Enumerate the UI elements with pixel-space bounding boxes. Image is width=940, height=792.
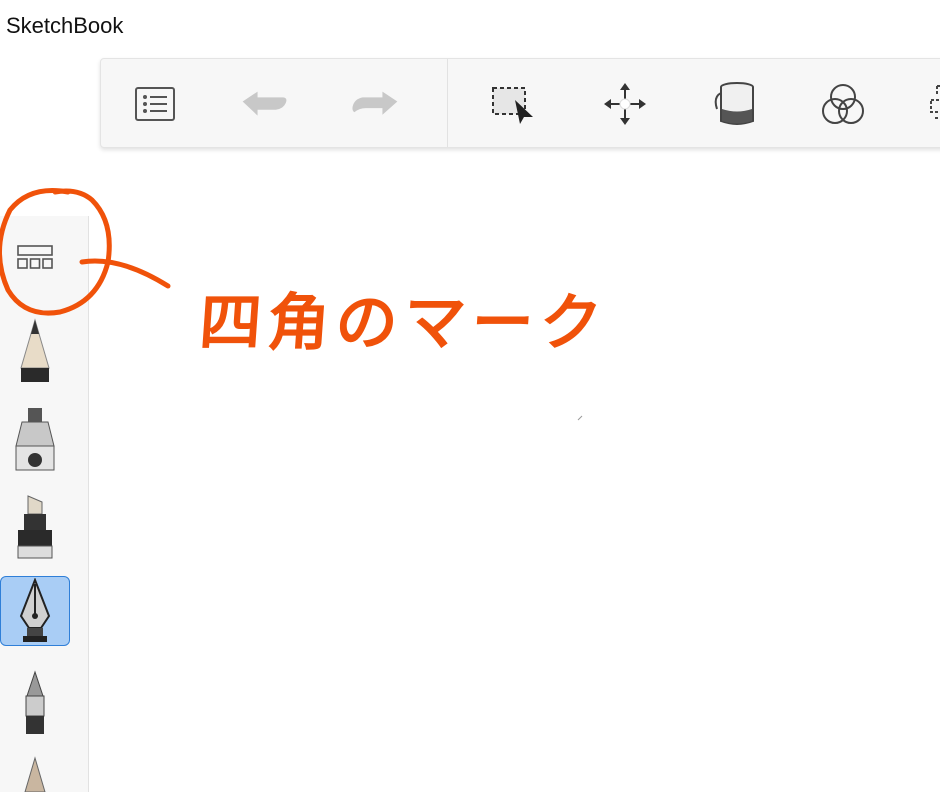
title-bar: SketchBook: [0, 0, 940, 56]
select-button[interactable]: [489, 81, 537, 127]
ink-pen-nib-icon: [19, 578, 51, 642]
ink-pen-button[interactable]: [0, 576, 70, 646]
redo-arrow-icon: [352, 91, 398, 115]
brush-library-button[interactable]: [0, 222, 70, 292]
toolbar-divider: [447, 59, 448, 147]
more-tool-button[interactable]: [927, 81, 940, 127]
drawing-canvas[interactable]: [89, 150, 940, 792]
redo-button[interactable]: [351, 81, 399, 127]
selection-icon: [492, 87, 533, 124]
partial-tool-icon: [930, 85, 940, 119]
airbrush-icon: [15, 408, 55, 471]
brush-tip-button[interactable]: [0, 756, 70, 792]
pencil-icon: [20, 318, 50, 382]
marker-icon: [17, 495, 53, 559]
undo-button[interactable]: [241, 81, 289, 127]
brush-palette: [0, 216, 89, 792]
color-circles-icon: [822, 84, 864, 124]
ballpoint-pen-icon: [25, 670, 45, 734]
move-arrows-icon: [604, 83, 646, 125]
menu-button[interactable]: [131, 81, 179, 127]
undo-arrow-icon: [242, 91, 287, 116]
brush-library-grid-icon: [17, 245, 53, 269]
canvas-cursor-mark: [577, 415, 583, 421]
app-title: SketchBook: [6, 13, 124, 38]
airbrush-button[interactable]: [0, 404, 70, 474]
paint-bucket-icon: [714, 82, 754, 125]
top-toolbar: [100, 58, 940, 148]
transform-button[interactable]: [601, 81, 649, 127]
fill-button[interactable]: [711, 81, 759, 127]
color-editor-button[interactable]: [819, 81, 867, 127]
annotation-text: 四角のマーク: [197, 286, 611, 359]
pencil-brush-button[interactable]: [0, 316, 70, 386]
marker-button[interactable]: [0, 492, 70, 562]
list-menu-icon: [135, 87, 175, 121]
brush-tip-icon: [24, 756, 46, 792]
ballpoint-pen-button[interactable]: [0, 668, 70, 738]
